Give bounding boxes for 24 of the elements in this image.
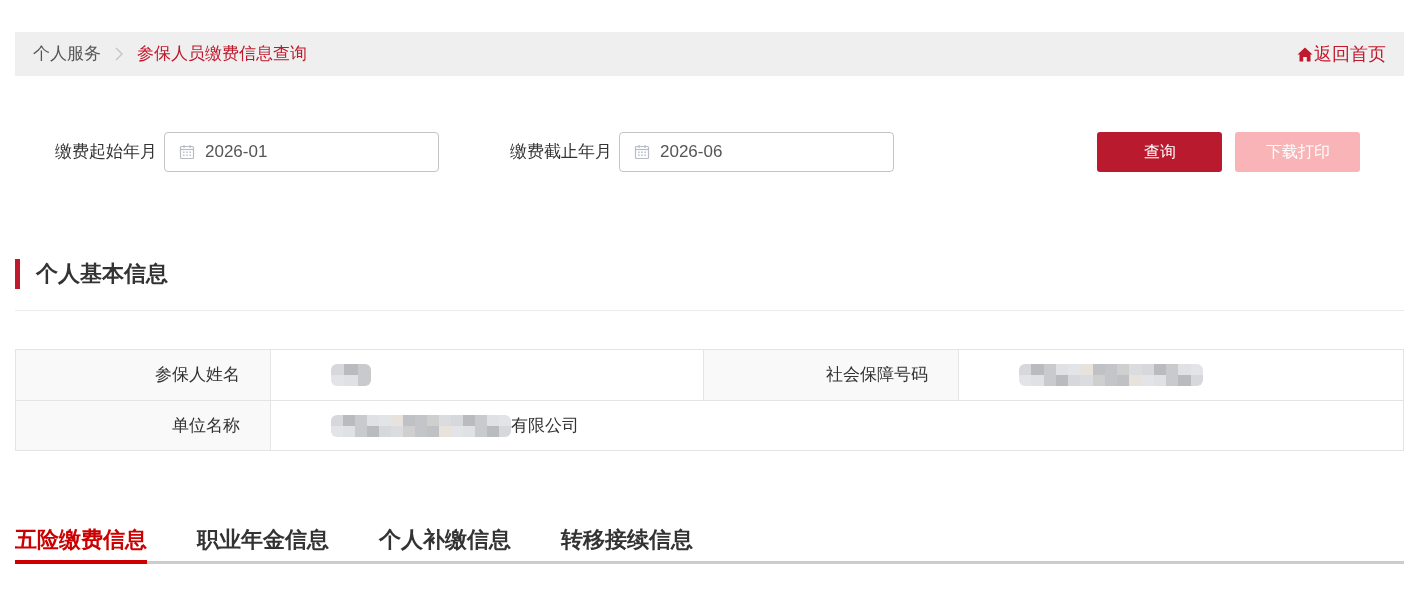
field-label: 缴费起始年月: [55, 141, 157, 164]
date-field[interactable]: 2026-06: [619, 132, 894, 172]
calendar-icon: [634, 144, 650, 160]
tab[interactable]: 职业年金信息: [197, 523, 329, 564]
label-cell: 参保人姓名: [16, 350, 271, 400]
home-icon: [1297, 46, 1313, 62]
breadcrumb-link[interactable]: 参保人员缴费信息查询: [137, 41, 307, 67]
breadcrumb-link[interactable]: 个人服务: [33, 41, 101, 67]
calendar-icon: [179, 144, 195, 160]
date-field[interactable]: 2026-01: [164, 132, 439, 172]
tab[interactable]: 五险缴费信息: [15, 523, 147, 564]
field-label: 缴费截止年月: [510, 141, 612, 164]
date-value: 2026-06: [660, 141, 723, 164]
section-accent-bar: [15, 258, 20, 289]
chevron-right-icon: [115, 47, 123, 61]
tab[interactable]: 转移接续信息: [561, 523, 693, 564]
value-text: 有限公司: [511, 414, 579, 437]
label-cell: 单位名称: [16, 400, 271, 450]
label-cell: 社会保障号码: [704, 350, 959, 400]
query-button[interactable]: 查询: [1097, 132, 1222, 172]
section-title: 个人基本信息: [36, 260, 168, 288]
home-link[interactable]: 返回首页: [1297, 40, 1386, 68]
tab[interactable]: 个人补缴信息: [379, 523, 511, 564]
date-value: 2026-01: [205, 141, 268, 164]
